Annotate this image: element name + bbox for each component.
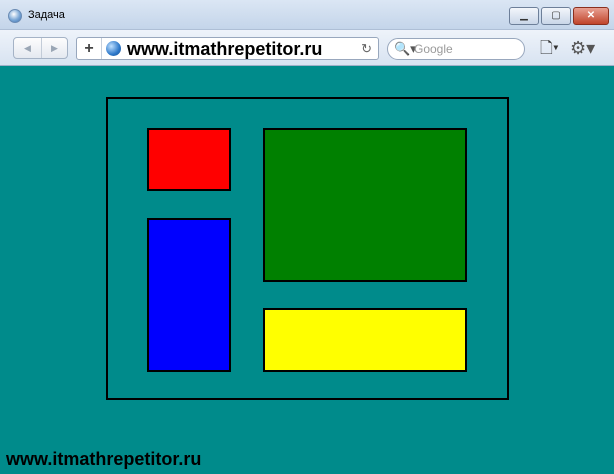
browser-icon <box>8 9 22 23</box>
blue-rectangle <box>147 218 231 372</box>
window-title: Задача <box>28 9 65 21</box>
red-rectangle <box>147 128 231 191</box>
green-rectangle <box>263 128 467 282</box>
forward-button[interactable]: ▶ <box>41 38 68 58</box>
browser-toolbar: ◀ ▶ + www.itmathrepetitor.ru ↻ 🔍▾ 🗋▾ ⚙▾ <box>0 30 614 66</box>
back-button[interactable]: ◀ <box>14 38 42 58</box>
globe-icon <box>106 41 121 56</box>
page-menu-icon[interactable]: 🗋▾ <box>540 40 559 58</box>
title-bar: Задача ▁ ▢ ✕ <box>0 0 614 30</box>
yellow-rectangle <box>263 308 467 372</box>
site-watermark: www.itmathrepetitor.ru <box>6 449 202 469</box>
minimize-button[interactable]: ▁ <box>509 7 539 25</box>
gear-icon[interactable]: ⚙▾ <box>570 38 595 58</box>
add-bookmark-button[interactable]: + <box>77 38 102 59</box>
address-text[interactable]: www.itmathrepetitor.ru <box>127 39 322 59</box>
maximize-button[interactable]: ▢ <box>541 7 571 25</box>
search-box[interactable]: 🔍▾ <box>387 38 525 60</box>
address-bar[interactable]: + www.itmathrepetitor.ru ↻ <box>76 37 379 60</box>
close-button[interactable]: ✕ <box>573 7 609 25</box>
reload-icon[interactable]: ↻ <box>361 40 372 57</box>
search-input[interactable] <box>414 41 519 57</box>
nav-buttons: ◀ ▶ <box>13 37 68 59</box>
